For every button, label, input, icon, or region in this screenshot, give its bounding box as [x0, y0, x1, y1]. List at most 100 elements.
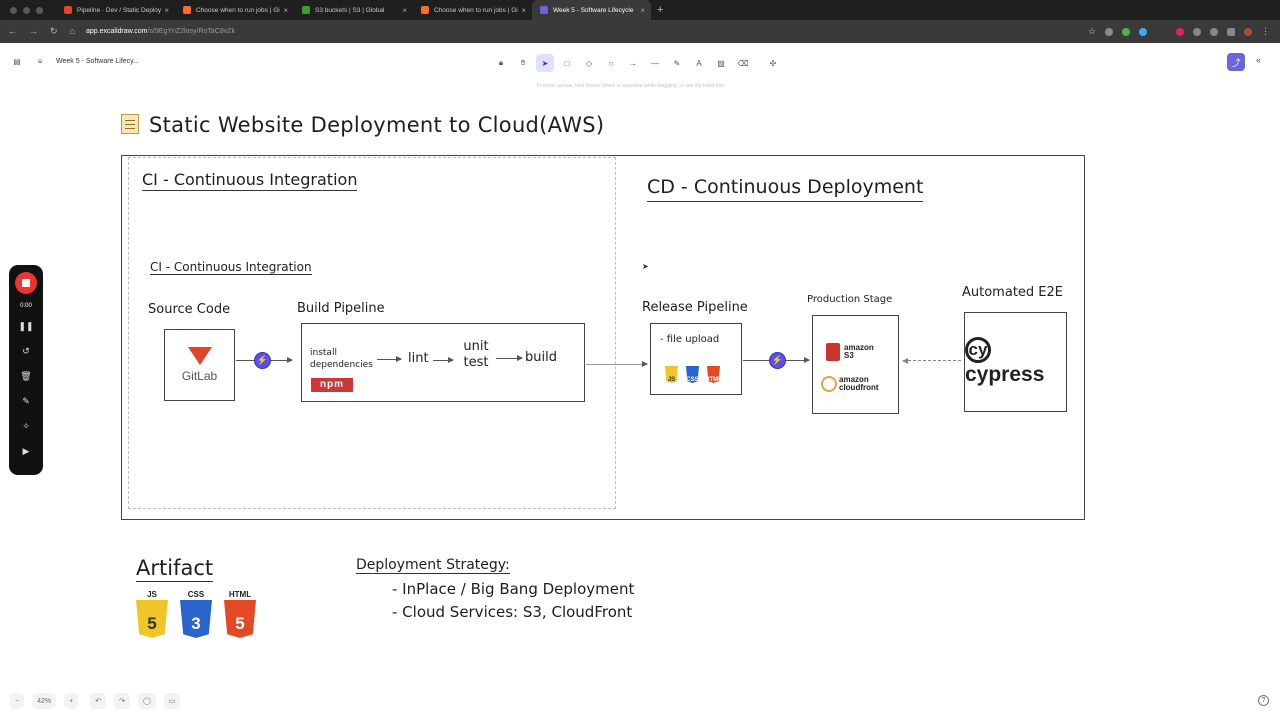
back-icon[interactable]: ←: [8, 26, 17, 37]
production-stage-label[interactable]: Production Stage: [807, 294, 892, 305]
cd-heading[interactable]: CD - Continuous Deployment: [647, 176, 924, 202]
share-button[interactable]: ⤴: [1227, 53, 1245, 71]
new-tab-icon[interactable]: +: [657, 4, 663, 16]
aws-favicon-icon: [302, 6, 310, 14]
image-tool-icon[interactable]: ▨: [712, 54, 730, 72]
close-tab-icon[interactable]: ×: [402, 6, 407, 15]
restart-icon[interactable]: ↺: [22, 343, 30, 359]
text-tool-icon[interactable]: A: [690, 54, 708, 72]
production-stage-box[interactable]: amazon S3 amazon cloudfront: [812, 315, 899, 414]
collapse-sidebar-icon[interactable]: «: [1256, 55, 1261, 65]
arrow-connector[interactable]: [586, 361, 648, 367]
extension-icon[interactable]: [1210, 27, 1218, 36]
lint-label: lint: [408, 351, 429, 366]
rectangle-tool-icon[interactable]: □: [558, 54, 576, 72]
camera-icon[interactable]: ▶: [23, 443, 30, 459]
tab-title: Pipeline · Dev / Static Deploy: [77, 6, 162, 14]
extension-icon[interactable]: [1122, 27, 1130, 36]
artifact-icons: JS CSS HTML: [665, 366, 720, 383]
bookmark-star-icon[interactable]: ☆: [1088, 26, 1096, 37]
pipeline-trigger-icon[interactable]: ⚡: [769, 352, 786, 369]
ellipse-tool-icon[interactable]: ○: [602, 54, 620, 72]
extension-icon[interactable]: [1176, 27, 1184, 36]
undo-icon[interactable]: ↶: [90, 693, 107, 709]
cypress-cy-icon: cy: [965, 337, 991, 363]
address-bar: ← → ↻ ⌂ app.excalidraw.com/s/9EgYnZ2losy/Ro…: [0, 20, 1280, 43]
reload-icon[interactable]: ↻: [50, 26, 58, 37]
gitlab-favicon-icon: [183, 6, 191, 14]
recording-controls: 0:00 ❚❚ ↺ 🗑︎ ✎ ✧ ▶: [9, 265, 43, 475]
release-pipeline-label[interactable]: Release Pipeline: [642, 300, 748, 315]
source-code-label[interactable]: Source Code: [148, 302, 230, 317]
ci-subheading[interactable]: CI - Continuous Integration: [150, 260, 312, 275]
close-tab-icon[interactable]: ×: [283, 6, 288, 15]
build-pipeline-label[interactable]: Build Pipeline: [297, 301, 385, 316]
redo-icon[interactable]: ↷: [114, 693, 130, 709]
pencil-tool-icon[interactable]: ✎: [668, 54, 686, 72]
draw-icon[interactable]: ✎: [22, 393, 30, 409]
css-caption: CSS: [187, 590, 205, 599]
eraser-tool-icon[interactable]: ⌫: [734, 54, 752, 72]
pipeline-trigger-icon[interactable]: ⚡: [254, 352, 271, 369]
browser-tab[interactable]: Choose when to run jobs | Gi ×: [175, 0, 294, 20]
window-controls[interactable]: [10, 6, 56, 14]
comment-icon[interactable]: ◯: [137, 693, 156, 709]
browser-tab-active[interactable]: Week 5 - Software Lifecycle ×: [532, 0, 651, 20]
arrow-connector[interactable]: [902, 358, 961, 364]
sidebar-icon[interactable]: [1227, 27, 1235, 36]
html-icon: HTML: [707, 366, 720, 383]
main-toolbar: 🔒︎ ✋︎ ➤ □ ◇ ○ → — ✎ A ▨ ⌫ ✣: [492, 54, 782, 72]
deployment-strategy-note[interactable]: Deployment Strategy: - InPlace / Big Ban…: [356, 557, 634, 626]
forward-icon[interactable]: →: [29, 26, 38, 37]
close-tab-icon[interactable]: ×: [640, 6, 645, 15]
canvas-title[interactable]: Static Website Deployment to Cloud(AWS): [121, 113, 604, 137]
url-field[interactable]: app.excalidraw.com/s/9EgYnZ2losy/RoTaC8v…: [86, 28, 235, 35]
release-pipeline-box[interactable]: - file upload JS CSS HTML: [650, 323, 742, 395]
diamond-tool-icon[interactable]: ◇: [580, 54, 598, 72]
file-upload-label: - file upload: [660, 334, 720, 345]
artifact-logos[interactable]: JS 5 CSS 3 HTML 5: [136, 590, 256, 638]
pause-icon[interactable]: ❚❚: [18, 318, 33, 334]
profile-avatar[interactable]: [1244, 27, 1252, 36]
line-tool-icon[interactable]: —: [646, 54, 664, 72]
home-icon[interactable]: ⌂: [70, 26, 75, 37]
js-icon: JS: [665, 366, 678, 383]
gitlab-box[interactable]: GitLab: [164, 329, 235, 401]
delete-icon[interactable]: 🗑︎: [20, 368, 31, 384]
browser-tab[interactable]: Pipeline · Dev / Static Deploy ×: [56, 0, 175, 20]
zoom-out-button[interactable]: −: [10, 693, 25, 709]
help-icon[interactable]: ?: [1258, 695, 1269, 706]
artifact-heading[interactable]: Artifact: [136, 556, 214, 582]
browser-tab[interactable]: Choose when to run jobs | Gi ×: [413, 0, 532, 20]
zoom-controls: − 42% + ↶ ↷ ◯ ▭: [10, 693, 181, 709]
amazon-cloudfront-label: amazon cloudfront: [839, 375, 879, 392]
menu-icon[interactable]: ⋮: [1261, 26, 1270, 37]
hand-tool-icon[interactable]: ✋︎: [514, 54, 532, 72]
ci-heading[interactable]: CI - Continuous Integration: [142, 170, 358, 191]
zoom-level[interactable]: 42%: [32, 693, 57, 709]
lock-icon[interactable]: 🔒︎: [492, 54, 510, 72]
cypress-box[interactable]: cycypress: [964, 312, 1067, 412]
extension-icon[interactable]: [1193, 27, 1201, 36]
automated-e2e-label[interactable]: Automated E2E: [962, 285, 1063, 300]
library-icon[interactable]: ▤: [10, 54, 24, 68]
extension-icon[interactable]: [1105, 27, 1113, 36]
stop-recording-button[interactable]: [15, 272, 37, 294]
chat-icon[interactable]: ▭: [163, 693, 181, 709]
zoom-in-button[interactable]: +: [64, 693, 79, 709]
effects-icon[interactable]: ✧: [22, 418, 30, 434]
extension-icon[interactable]: [1139, 27, 1147, 36]
close-tab-icon[interactable]: ×: [164, 6, 169, 15]
document-title[interactable]: Week 5 - Software Lifecy...: [56, 58, 139, 65]
js-shield-icon: 5: [136, 600, 168, 638]
selection-tool-icon[interactable]: ➤: [536, 54, 554, 72]
arrow-tool-icon[interactable]: →: [624, 54, 642, 72]
build-pipeline-box[interactable]: install dependencies npm lint unit test …: [301, 323, 585, 402]
excalidraw-favicon-icon: [540, 6, 548, 14]
css-icon: CSS: [686, 366, 699, 383]
browser-tab[interactable]: S3 buckets | S3 | Global ×: [294, 0, 413, 20]
more-tools-icon[interactable]: ✣: [764, 54, 782, 72]
cloudfront-icon: [821, 376, 837, 392]
hamburger-menu-icon[interactable]: ≡: [33, 54, 47, 68]
close-tab-icon[interactable]: ×: [521, 6, 526, 15]
